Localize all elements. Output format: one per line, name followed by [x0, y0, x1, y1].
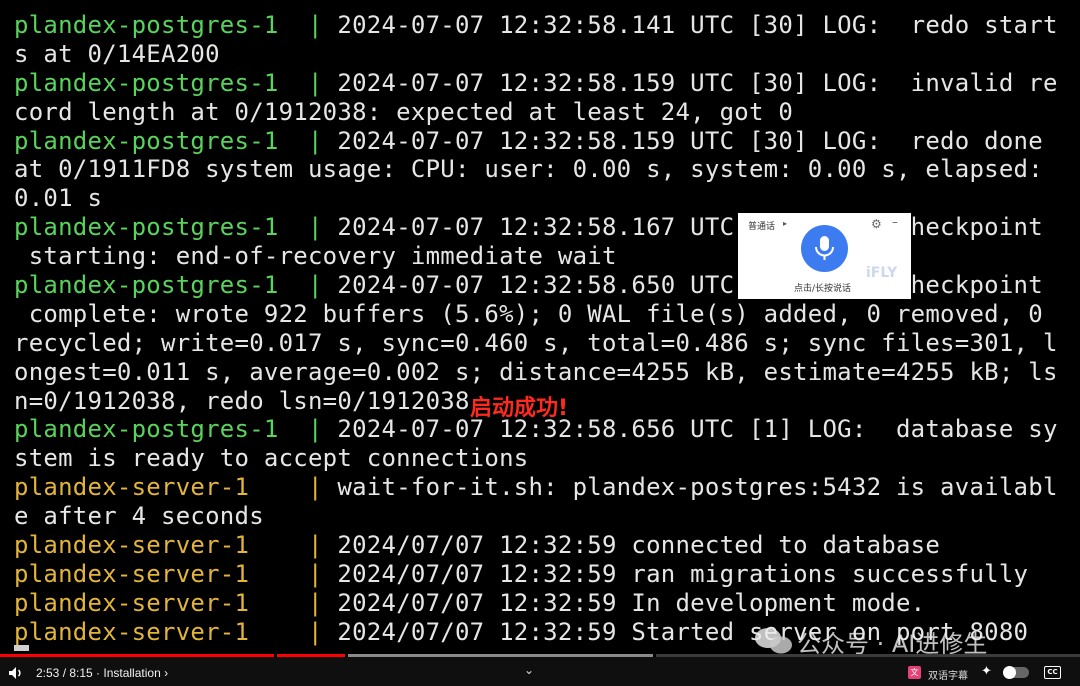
minimize-icon[interactable]: –: [892, 215, 898, 229]
terminal-line: 0.01 s: [14, 184, 1074, 213]
terminal-line: plandex-server-1 | 2024/07/07 12:32:59 r…: [14, 560, 1074, 589]
terminal-line: complete: wrote 922 buffers (5.6%); 0 WA…: [14, 300, 1074, 329]
container-prefix: plandex-postgres-1 |: [14, 68, 338, 97]
log-text: ongest=0.011 s, average=0.002 s; distanc…: [14, 357, 1058, 386]
toggle-knob: [1003, 666, 1016, 679]
terminal-line: plandex-server-1 | 2024/07/07 12:32:59 I…: [14, 589, 1074, 618]
caret-right-icon: ▸: [783, 219, 788, 228]
terminal-line: plandex-postgres-1 | 2024-07-07 12:32:58…: [14, 11, 1074, 40]
microphone-icon: [815, 236, 834, 260]
terminal-line: stem is ready to accept connections: [14, 444, 1074, 473]
container-prefix: plandex-postgres-1 |: [14, 213, 338, 242]
terminal-line: s at 0/14EA200: [14, 40, 1074, 69]
sparkle-icon[interactable]: ✦: [981, 663, 992, 679]
wechat-icon: [755, 628, 792, 654]
terminal-line: starting: end-of-recovery immediate wait: [14, 242, 1074, 271]
microphone-button[interactable]: [801, 225, 848, 272]
log-text: 2024-07-07 12:32:58.159 UTC [30] LOG: in…: [337, 68, 1058, 97]
container-prefix: plandex-server-1 |: [14, 531, 338, 560]
log-text: wait-for-it.sh: plandex-postgres:5432 is…: [337, 473, 1058, 502]
voice-language-selector[interactable]: 普通话: [748, 219, 775, 232]
terminal-line: plandex-server-1 | 2024/07/07 12:32:59 c…: [14, 531, 1074, 560]
log-text: recycled; write=0.017 s, sync=0.460 s, t…: [14, 328, 1058, 357]
log-text: at 0/1911FD8 system usage: CPU: user: 0.…: [14, 155, 1043, 184]
cursor-block: [14, 645, 29, 651]
terminal-output: plandex-postgres-1 | 2024-07-07 12:32:58…: [14, 11, 1074, 647]
voice-hint-text: 点击/长按说话: [794, 284, 852, 294]
log-text: 2024/07/07 12:32:59 In development mode.: [337, 588, 926, 617]
autoplay-toggle[interactable]: [1003, 666, 1029, 679]
log-text: s at 0/14EA200: [14, 39, 220, 68]
log-text: stem is ready to accept connections: [14, 444, 529, 473]
subtitle-language-label[interactable]: 双语字幕: [928, 667, 968, 682]
log-text: starting: end-of-recovery immediate wait: [14, 242, 617, 271]
success-annotation: 启动成功!: [470, 396, 569, 421]
log-text: 0.01 s: [14, 184, 103, 213]
container-prefix: plandex-server-1 |: [14, 473, 338, 502]
log-text: 2024-07-07 12:32:58.656 UTC [1] LOG: dat…: [337, 415, 1058, 444]
chevron-down-icon[interactable]: ⌄: [524, 663, 534, 677]
terminal-line: plandex-server-1 | wait-for-it.sh: pland…: [14, 473, 1074, 502]
voice-input-widget[interactable]: 普通话 ▸ ⚙ – 点击/长按说话 iFLY: [738, 213, 911, 299]
ifly-logo: iFLY: [866, 265, 898, 281]
terminal-line: plandex-postgres-1 | 2024-07-07 12:32:58…: [14, 271, 1074, 300]
cc-icon[interactable]: CC: [1044, 666, 1061, 679]
container-prefix: plandex-postgres-1 |: [14, 11, 338, 39]
log-text: n=0/1912038, redo lsn=0/1912038: [14, 386, 470, 415]
terminal-line: cord length at 0/1912038: expected at le…: [14, 98, 1074, 127]
log-text: 2024/07/07 12:32:59 ran migrations succe…: [337, 559, 1029, 588]
log-text: 2024-07-07 12:32:58.167 UTC [1] LOG: che…: [337, 213, 1043, 242]
terminal-line: recycled; write=0.017 s, sync=0.460 s, t…: [14, 329, 1074, 358]
log-text: 2024/07/07 12:32:59 connected to databas…: [337, 531, 941, 560]
terminal-line: ongest=0.011 s, average=0.002 s; distanc…: [14, 358, 1074, 387]
log-text: 2024-07-07 12:32:58.650 UTC [1] LOG: che…: [337, 271, 1043, 300]
gear-icon[interactable]: ⚙: [871, 217, 882, 231]
volume-icon[interactable]: [8, 666, 24, 680]
time-and-chapter[interactable]: 2:53 / 8:15 · Installation ›: [36, 666, 168, 680]
log-text: e after 4 seconds: [14, 502, 264, 531]
container-prefix: plandex-postgres-1 |: [14, 271, 338, 300]
log-text: complete: wrote 922 buffers (5.6%); 0 WA…: [14, 299, 1043, 328]
container-prefix: plandex-postgres-1 |: [14, 126, 338, 155]
container-prefix: plandex-server-1 |: [14, 617, 338, 646]
player-controls: 2:53 / 8:15 · Installation › ⌄ 文 双语字幕 ✦ …: [0, 657, 1080, 686]
container-prefix: plandex-server-1 |: [14, 588, 338, 617]
terminal-line: at 0/1911FD8 system usage: CPU: user: 0.…: [14, 155, 1074, 184]
subtitle-badge-icon[interactable]: 文: [908, 666, 921, 679]
container-prefix: plandex-postgres-1 |: [14, 415, 338, 444]
terminal-line: plandex-postgres-1 | 2024-07-07 12:32:58…: [14, 213, 1074, 242]
log-text: 2024-07-07 12:32:58.159 UTC [30] LOG: re…: [337, 126, 1043, 155]
terminal-line: e after 4 seconds: [14, 502, 1074, 531]
log-text: cord length at 0/1912038: expected at le…: [14, 97, 794, 126]
container-prefix: plandex-server-1 |: [14, 559, 338, 588]
terminal-line: plandex-postgres-1 | 2024-07-07 12:32:58…: [14, 69, 1074, 98]
terminal-line: plandex-postgres-1 | 2024-07-07 12:32:58…: [14, 127, 1074, 156]
log-text: 2024-07-07 12:32:58.141 UTC [30] LOG: re…: [337, 11, 1058, 39]
